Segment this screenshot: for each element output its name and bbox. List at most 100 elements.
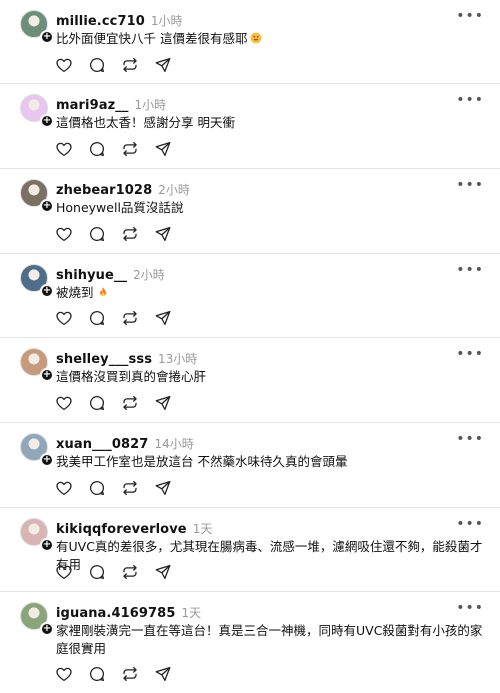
comment-item: + zhebear1028 2小時 ••• Honeywell品質沒話說: [0, 169, 500, 254]
comment-item: + mari9az__ 1小時 ••• 這價格也太香！感謝分享 明天衝: [0, 84, 500, 169]
more-dots-icon[interactable]: •••: [456, 263, 484, 277]
share-icon: [154, 309, 172, 327]
follow-plus-icon[interactable]: +: [40, 284, 54, 298]
more-dots-icon[interactable]: •••: [456, 601, 484, 615]
repost-button[interactable]: [120, 55, 140, 75]
repost-button[interactable]: [120, 562, 140, 582]
reply-button[interactable]: [87, 393, 107, 413]
more-dots-icon[interactable]: •••: [456, 432, 484, 446]
more-dots-icon[interactable]: •••: [456, 178, 484, 192]
avatar-container[interactable]: +: [20, 518, 54, 552]
timestamp: 14小時: [154, 437, 194, 451]
comment-item: + shelley___sss 13小時 ••• 這價格沒買到真的會捲心肝: [0, 338, 500, 423]
comment-item: + shihyue__ 2小時 ••• 被燒到: [0, 254, 500, 338]
follow-plus-icon[interactable]: +: [40, 622, 54, 636]
comment-item: + millie.cc710 1小時 ••• 比外面便宜快八千 這價差很有感耶: [0, 0, 500, 84]
comment-icon: [88, 309, 106, 327]
share-button[interactable]: [153, 664, 173, 684]
avatar-container[interactable]: +: [20, 179, 54, 213]
comment-icon: [88, 56, 106, 74]
more-dots-icon[interactable]: •••: [456, 347, 484, 361]
comment-text: 比外面便宜快八千 這價差很有感耶: [56, 30, 486, 48]
comment-text: Honeywell品質沒話說: [56, 199, 486, 217]
reply-button[interactable]: [87, 562, 107, 582]
repost-button[interactable]: [120, 478, 140, 498]
avatar-container[interactable]: +: [20, 602, 54, 636]
follow-plus-icon[interactable]: +: [40, 368, 54, 382]
action-bar: [54, 308, 186, 328]
avatar-container[interactable]: +: [20, 264, 54, 298]
reply-button[interactable]: [87, 478, 107, 498]
comment-text-content: 這價格也太香！感謝分享 明天衝: [56, 115, 235, 130]
follow-plus-icon[interactable]: +: [40, 453, 54, 467]
username[interactable]: zhebear1028: [56, 183, 152, 198]
heart-icon: [55, 563, 73, 581]
like-button[interactable]: [54, 224, 74, 244]
share-button[interactable]: [153, 55, 173, 75]
repost-button[interactable]: [120, 664, 140, 684]
more-dots-icon[interactable]: •••: [456, 517, 484, 531]
share-button[interactable]: [153, 478, 173, 498]
timestamp: 1天: [192, 522, 213, 536]
username[interactable]: mari9az__: [56, 98, 128, 113]
like-button[interactable]: [54, 478, 74, 498]
action-bar: [54, 139, 186, 159]
like-button[interactable]: [54, 664, 74, 684]
reply-button[interactable]: [87, 55, 107, 75]
repost-icon: [121, 563, 139, 581]
repost-button[interactable]: [120, 393, 140, 413]
avatar-container[interactable]: +: [20, 10, 54, 44]
comment-header: shihyue__ 2小時: [56, 266, 165, 283]
follow-plus-icon[interactable]: +: [40, 114, 54, 128]
reply-button[interactable]: [87, 664, 107, 684]
avatar-container[interactable]: +: [20, 433, 54, 467]
username[interactable]: iguana.4169785: [56, 606, 175, 621]
comment-header: zhebear1028 2小時: [56, 181, 190, 198]
username[interactable]: shihyue__: [56, 268, 127, 283]
comment-header: mari9az__ 1小時: [56, 96, 166, 113]
follow-plus-icon[interactable]: +: [40, 199, 54, 213]
username[interactable]: xuan___0827: [56, 437, 148, 452]
comment-header: iguana.4169785 1天: [56, 604, 202, 621]
share-icon: [154, 394, 172, 412]
username[interactable]: shelley___sss: [56, 352, 152, 367]
action-bar: [54, 393, 186, 413]
follow-plus-icon[interactable]: +: [40, 30, 54, 44]
comment-icon: [88, 225, 106, 243]
timestamp: 1天: [181, 606, 202, 620]
repost-button[interactable]: [120, 224, 140, 244]
reply-button[interactable]: [87, 308, 107, 328]
like-button[interactable]: [54, 393, 74, 413]
avatar-container[interactable]: +: [20, 94, 54, 128]
repost-button[interactable]: [120, 308, 140, 328]
comment-icon: [88, 140, 106, 158]
like-button[interactable]: [54, 139, 74, 159]
comment-text: 家裡剛裝潢完一直在等這台！真是三合一神機，同時有UVC殺菌對有小孩的家庭很實用: [56, 622, 486, 658]
more-dots-icon[interactable]: •••: [456, 93, 484, 107]
repost-button[interactable]: [120, 139, 140, 159]
like-button[interactable]: [54, 55, 74, 75]
reply-button[interactable]: [87, 139, 107, 159]
repost-icon: [121, 225, 139, 243]
comment-text-content: 我美甲工作室也是放這台 不然藥水味待久真的會頭暈: [56, 454, 348, 469]
share-button[interactable]: [153, 308, 173, 328]
username[interactable]: millie.cc710: [56, 14, 145, 29]
username[interactable]: kikiqqforeverlove: [56, 522, 187, 537]
follow-plus-icon[interactable]: +: [40, 538, 54, 552]
action-bar: [54, 224, 186, 244]
share-button[interactable]: [153, 562, 173, 582]
share-button[interactable]: [153, 139, 173, 159]
heart-icon: [55, 140, 73, 158]
like-button[interactable]: [54, 308, 74, 328]
avatar-container[interactable]: +: [20, 348, 54, 382]
like-button[interactable]: [54, 562, 74, 582]
share-icon: [154, 140, 172, 158]
share-button[interactable]: [153, 393, 173, 413]
action-bar: [54, 478, 186, 498]
more-dots-icon[interactable]: •••: [456, 9, 484, 23]
reply-button[interactable]: [87, 224, 107, 244]
share-button[interactable]: [153, 224, 173, 244]
share-icon: [154, 479, 172, 497]
comment-item: + xuan___0827 14小時 ••• 我美甲工作室也是放這台 不然藥水味待久真的…: [0, 423, 500, 508]
comment-header: millie.cc710 1小時: [56, 12, 183, 29]
